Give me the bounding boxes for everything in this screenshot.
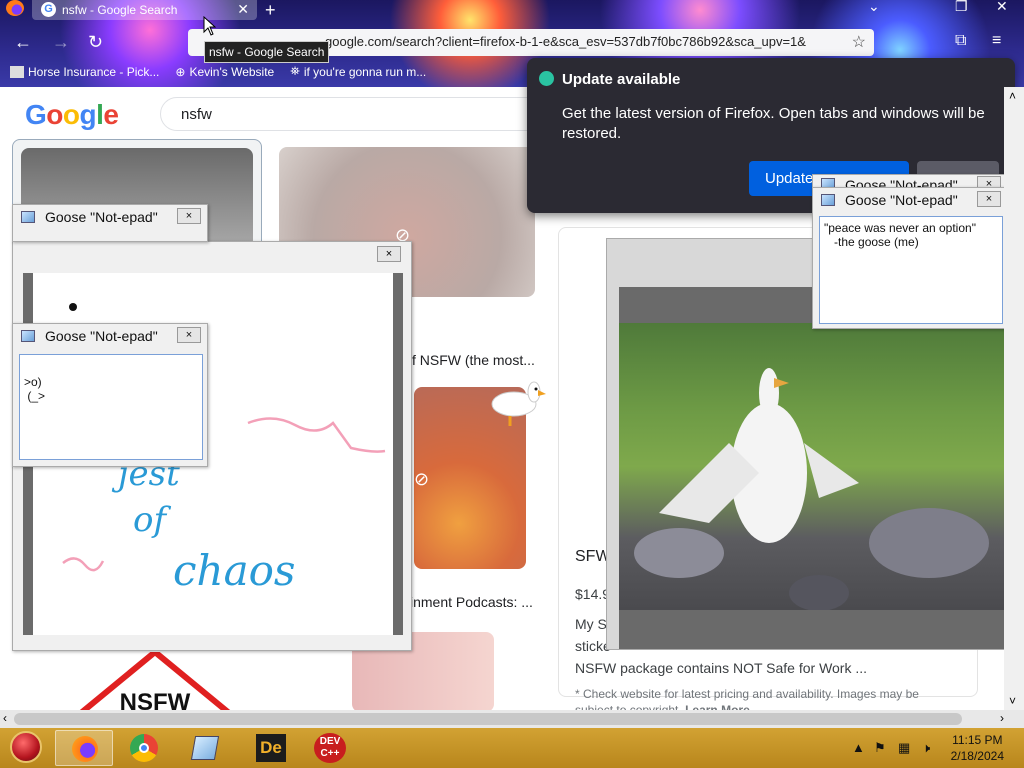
product-snippet: NSFW package contains NOT Safe for Work …: [575, 660, 868, 676]
scroll-up-icon[interactable]: ˄: [1009, 89, 1016, 103]
meme-frame: [619, 287, 1004, 649]
drawing-word: chaos: [173, 546, 295, 595]
bookmark-horse-insurance[interactable]: Horse Insurance - Pick...: [10, 64, 159, 79]
taskbar-firefox[interactable]: [55, 730, 113, 766]
new-tab-button[interactable]: +: [265, 0, 276, 21]
bookmark-favicon-icon: [10, 65, 24, 78]
tab-tooltip: nsfw - Google Search: [204, 41, 330, 63]
firefox-menu-icon[interactable]: [6, 0, 24, 16]
goose-notepad-window[interactable]: Goose "Not-epad" × "peace was never an o…: [812, 187, 1008, 329]
tab-list-icon[interactable]: ⌄: [868, 0, 880, 15]
google-logo[interactable]: Google: [25, 99, 119, 131]
scroll-down-icon[interactable]: ˅: [1009, 694, 1016, 708]
product-price: $14.9: [575, 586, 611, 602]
taskbar-notepad[interactable]: [176, 730, 234, 766]
volume-muted-icon[interactable]: 🕨: [922, 740, 930, 756]
taskbar: De DEV C++ ▲ ⚑ ▦ 🕨 11:15 PM 2/18/2024: [0, 728, 1024, 768]
network-icon[interactable]: ▦: [898, 740, 910, 756]
close-button[interactable]: ×: [177, 208, 201, 224]
notification-body: Get the latest version of Firefox. Open …: [562, 105, 985, 142]
scroll-left-icon[interactable]: ‹: [3, 711, 7, 725]
mouse-cursor: [203, 16, 217, 36]
notepad-icon: [190, 736, 220, 760]
close-button[interactable]: ×: [177, 327, 201, 343]
tab-title: nsfw - Google Search: [62, 3, 178, 17]
action-center-flag-icon[interactable]: ⚑: [874, 740, 886, 756]
bookmarks-toolbar: Horse Insurance - Pick... ⊕ Kevin's Webs…: [10, 64, 426, 79]
close-window-button[interactable]: ✕: [996, 0, 1008, 15]
restore-window-button[interactable]: ❐: [955, 0, 968, 15]
product-snippet: My S: [575, 616, 607, 632]
firefox-icon: [72, 736, 98, 762]
desktop-goose[interactable]: [490, 378, 550, 428]
goose-notepad-window[interactable]: Goose "Not-epad" ×: [12, 204, 208, 242]
close-button[interactable]: ×: [377, 246, 401, 262]
hidden-eye-icon: ⊘: [414, 469, 430, 489]
bookmark-kevins-website[interactable]: ⊕ Kevin's Website: [175, 64, 274, 79]
drawing-word: of: [133, 500, 171, 540]
nsfw-sign-image[interactable]: NSFW: [70, 652, 240, 712]
search-query: nsfw: [181, 106, 212, 123]
bookmark-gonna-run[interactable]: ⛯ if you're gonna run m...: [290, 64, 426, 79]
goose-favicon-icon: ⛯: [290, 64, 300, 78]
goose-with-pigeons-image: [619, 323, 1004, 611]
globe-icon: ⊕: [175, 64, 186, 79]
notepad-text-area[interactable]: "peace was never an option" -the goose (…: [819, 216, 1003, 324]
horizontal-scrollbar[interactable]: ‹ ›: [0, 710, 1024, 728]
taskbar-dev-cpp[interactable]: DEV C++: [302, 730, 360, 766]
vertical-scrollbar[interactable]: ˄ ˅: [1004, 87, 1024, 710]
forward-button[interactable]: →: [52, 32, 70, 53]
close-button[interactable]: ×: [977, 191, 1001, 207]
dev-cpp-icon: DEV C++: [314, 733, 346, 763]
notepad-icon: [821, 194, 835, 206]
pricing-footnote: * Check website for latest pricing and a…: [575, 687, 919, 701]
start-button[interactable]: [10, 731, 42, 763]
nsfw-sign-text: NSFW: [120, 689, 191, 712]
result-caption[interactable]: f NSFW (the most...: [412, 352, 535, 368]
update-badge-icon: [539, 71, 554, 86]
notepad-icon: [21, 330, 35, 342]
notepad-titlebar[interactable]: Goose "Not-epad" ×: [13, 205, 207, 229]
tray-overflow-icon[interactable]: ▲: [852, 740, 865, 755]
scrollbar-thumb[interactable]: [14, 713, 962, 725]
notepad-icon: [21, 211, 35, 223]
notification-title: Update available: [562, 71, 681, 88]
extensions-icon[interactable]: ⧉: [955, 32, 966, 50]
taskbar-chrome[interactable]: [115, 730, 173, 766]
close-tab-icon[interactable]: ✕: [237, 1, 249, 18]
taskbar-dev-dot[interactable]: De: [243, 730, 301, 766]
reload-button[interactable]: ↻: [88, 32, 103, 53]
dev-dot-icon: De: [256, 734, 286, 762]
result-caption[interactable]: inment Podcasts: ...: [410, 594, 533, 610]
notepad-titlebar[interactable]: Goose "Not-epad" ×: [813, 188, 1007, 212]
hamburger-menu-icon[interactable]: ≡: [992, 32, 1001, 50]
tab-google-search[interactable]: G nsfw - Google Search ✕: [32, 0, 257, 20]
url-text: google.com/search?client=firefox-b-1-e&s…: [325, 34, 806, 49]
google-favicon-icon: G: [41, 2, 56, 17]
notepad-titlebar[interactable]: Goose "Not-epad" ×: [13, 324, 207, 348]
back-button[interactable]: ←: [14, 32, 32, 53]
scroll-right-icon[interactable]: ›: [1000, 711, 1004, 725]
clock-time: 11:15 PM: [952, 733, 1003, 747]
system-clock[interactable]: 11:15 PM 2/18/2024: [951, 732, 1004, 764]
notepad-text-area[interactable]: >o) (_>: [19, 354, 203, 460]
bookmark-star-icon[interactable]: ☆: [852, 32, 866, 52]
clock-date: 2/18/2024: [950, 749, 1004, 763]
goose-notepad-window[interactable]: Goose "Not-epad" × >o) (_>: [12, 323, 208, 467]
